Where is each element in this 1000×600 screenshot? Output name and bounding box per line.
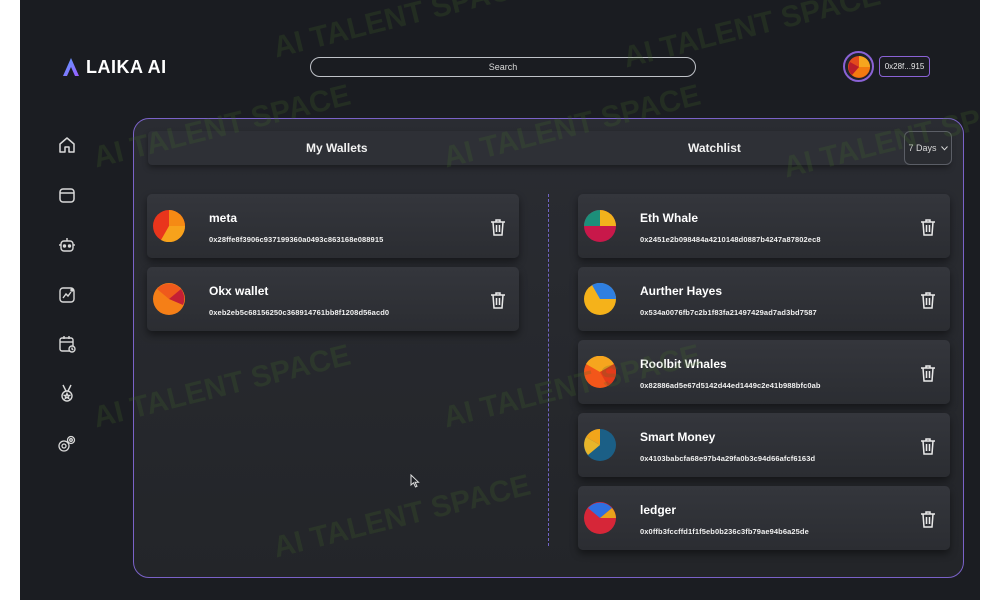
settings-icon bbox=[58, 435, 76, 452]
watchlist-name: Aurther Hayes bbox=[640, 284, 723, 298]
sidebar-item-wallet[interactable] bbox=[56, 184, 78, 206]
trash-icon[interactable] bbox=[920, 437, 936, 455]
avatar[interactable] bbox=[843, 51, 874, 82]
time-range-select[interactable]: 7 Days bbox=[904, 131, 952, 165]
watchlist-card[interactable]: Aurther Hayes 0x534a0076fb7c2b1f83fa2149… bbox=[578, 267, 950, 331]
watchlist-address: 0x82886ad5e67d5142d44ed1449c2e41b988bfc0… bbox=[640, 381, 821, 390]
logo-text: LAIKA AI bbox=[86, 56, 167, 77]
wallet-address: 0x28ffe8f3906c937199360a0493c863168e0889… bbox=[209, 235, 384, 244]
trash-icon[interactable] bbox=[920, 218, 936, 236]
account-address[interactable]: 0x28f...915 bbox=[879, 56, 930, 77]
sidebar-item-calendar[interactable] bbox=[56, 333, 78, 355]
trash-icon[interactable] bbox=[920, 364, 936, 382]
top-bar: LAIKA AI 0x28f...915 bbox=[20, 0, 980, 100]
app-window: LAIKA AI 0x28f...915 bbox=[20, 0, 980, 600]
sidebar-item-analytics[interactable] bbox=[56, 284, 78, 306]
watchlist-card[interactable]: Roolbit Whales 0x82886ad5e67d5142d44ed14… bbox=[578, 340, 950, 404]
watchlist-name: Roolbit Whales bbox=[640, 357, 727, 371]
trash-icon[interactable] bbox=[490, 218, 506, 236]
sidebar-item-settings[interactable] bbox=[56, 433, 78, 455]
sidebar-item-rewards[interactable] bbox=[56, 382, 78, 404]
trash-icon[interactable] bbox=[920, 291, 936, 309]
laika-logo-icon bbox=[63, 58, 79, 76]
watchlist-card[interactable]: ledger 0x0ffb3fccffd1f1f5eb0b236c3fb79ae… bbox=[578, 486, 950, 550]
sidebar-item-chatbot[interactable] bbox=[56, 234, 78, 256]
calendar-icon bbox=[59, 336, 76, 353]
chevron-down-icon bbox=[940, 145, 948, 151]
panel-header: My Wallets Watchlist bbox=[148, 131, 950, 165]
logo[interactable]: LAIKA AI bbox=[62, 54, 167, 80]
watchlist-avatar-icon bbox=[584, 429, 616, 461]
search-input[interactable] bbox=[310, 57, 696, 77]
watchlist-title: Watchlist bbox=[688, 141, 741, 155]
home-icon bbox=[59, 137, 75, 153]
medal-icon bbox=[61, 384, 73, 402]
main-panel: My Wallets Watchlist 7 Days meta 0x28ffe… bbox=[133, 118, 964, 578]
chatbot-icon bbox=[59, 238, 75, 252]
my-wallets-title: My Wallets bbox=[306, 141, 368, 155]
watchlist-address: 0x2451e2b098484a4210148d0887b4247a87802e… bbox=[640, 235, 821, 244]
column-divider bbox=[548, 194, 549, 546]
watchlist-avatar-icon bbox=[584, 502, 616, 534]
wallet-address: 0xeb2eb5c68156250c368914761bb8f1208d56ac… bbox=[209, 308, 390, 317]
avatar-coin-icon bbox=[847, 55, 870, 78]
mouse-cursor-icon bbox=[410, 474, 420, 488]
trash-icon[interactable] bbox=[920, 510, 936, 528]
watchlist-avatar-icon bbox=[584, 356, 616, 388]
watchlist-name: ledger bbox=[640, 503, 677, 517]
watchlist-card[interactable]: Eth Whale 0x2451e2b098484a4210148d0887b4… bbox=[578, 194, 950, 258]
watchlist-address: 0x534a0076fb7c2b1f83fa21497429ad7ad3bd75… bbox=[640, 308, 817, 317]
trash-icon[interactable] bbox=[490, 291, 506, 309]
watchlist-address: 0x0ffb3fccffd1f1f5eb0b236c3fb79ae94b6a25… bbox=[640, 527, 809, 536]
watchlist-avatar-icon bbox=[584, 283, 616, 315]
wallet-icon bbox=[59, 188, 75, 203]
wallet-card[interactable]: meta 0x28ffe8f3906c937199360a0493c863168… bbox=[147, 194, 519, 258]
watchlist-address: 0x4103babcfa68e97b4a29fa0b3c94d66afcf616… bbox=[640, 454, 816, 463]
wallet-avatar-icon bbox=[153, 283, 185, 315]
wallet-name: meta bbox=[209, 211, 238, 225]
watchlist-name: Eth Whale bbox=[640, 211, 699, 225]
watchlist-avatar-icon bbox=[584, 210, 616, 242]
chart-icon bbox=[59, 287, 75, 303]
wallet-card[interactable]: Okx wallet 0xeb2eb5c68156250c368914761bb… bbox=[147, 267, 519, 331]
wallet-avatar-icon bbox=[153, 210, 185, 242]
watchlist-name: Smart Money bbox=[640, 430, 716, 444]
watchlist-card[interactable]: Smart Money 0x4103babcfa68e97b4a29fa0b3c… bbox=[578, 413, 950, 477]
wallet-name: Okx wallet bbox=[209, 284, 269, 298]
sidebar-item-home[interactable] bbox=[56, 134, 78, 156]
time-range-value: 7 Days bbox=[908, 143, 937, 153]
